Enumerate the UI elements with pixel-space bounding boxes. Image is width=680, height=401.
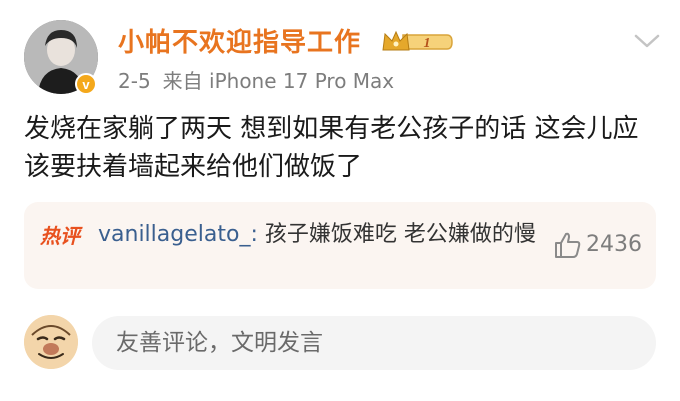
level-badge-graphic: 1 bbox=[382, 30, 453, 51]
post-source: 来自 iPhone 17 Pro Max bbox=[162, 69, 395, 93]
svg-text:v: v bbox=[82, 77, 90, 92]
comment-input[interactable] bbox=[92, 316, 656, 370]
chevron-down-icon[interactable] bbox=[632, 30, 662, 52]
commenter-avatar[interactable] bbox=[24, 315, 78, 369]
post-meta: 2-5 来自 iPhone 17 Pro Max bbox=[118, 65, 394, 94]
like-count: 2436 bbox=[586, 232, 642, 257]
hot-comment-tag: 热评 bbox=[40, 224, 80, 248]
chevron-glyph bbox=[634, 34, 660, 48]
post-text: 发烧在家躺了两天 想到如果有老公孩子的话 这会儿应该要扶着墙起来给他们做饭了 bbox=[24, 114, 639, 182]
verified-badge-glyph: v bbox=[82, 77, 90, 92]
hot-comment-body: vanillagelato_: 孩子嫌饭难吃 老公嫌做的慢 bbox=[98, 218, 538, 251]
commenter-avatar-face bbox=[24, 315, 78, 369]
level-number: 1 bbox=[424, 36, 431, 51]
post-date: 2-5 bbox=[118, 69, 151, 93]
crown-level-icon[interactable]: 1 bbox=[381, 28, 453, 56]
hot-comment-separator: : bbox=[250, 222, 258, 247]
thumbs-up-icon[interactable] bbox=[552, 230, 582, 260]
thumbs-up-glyph bbox=[555, 232, 581, 258]
hot-comment-text: 孩子嫌饭难吃 老公嫌做的慢 bbox=[257, 222, 536, 247]
hot-comment-user[interactable]: vanillagelato_ bbox=[98, 222, 250, 247]
verified-badge-icon: v bbox=[75, 73, 97, 95]
author-username[interactable]: 小帕不欢迎指导工作 bbox=[118, 22, 361, 59]
